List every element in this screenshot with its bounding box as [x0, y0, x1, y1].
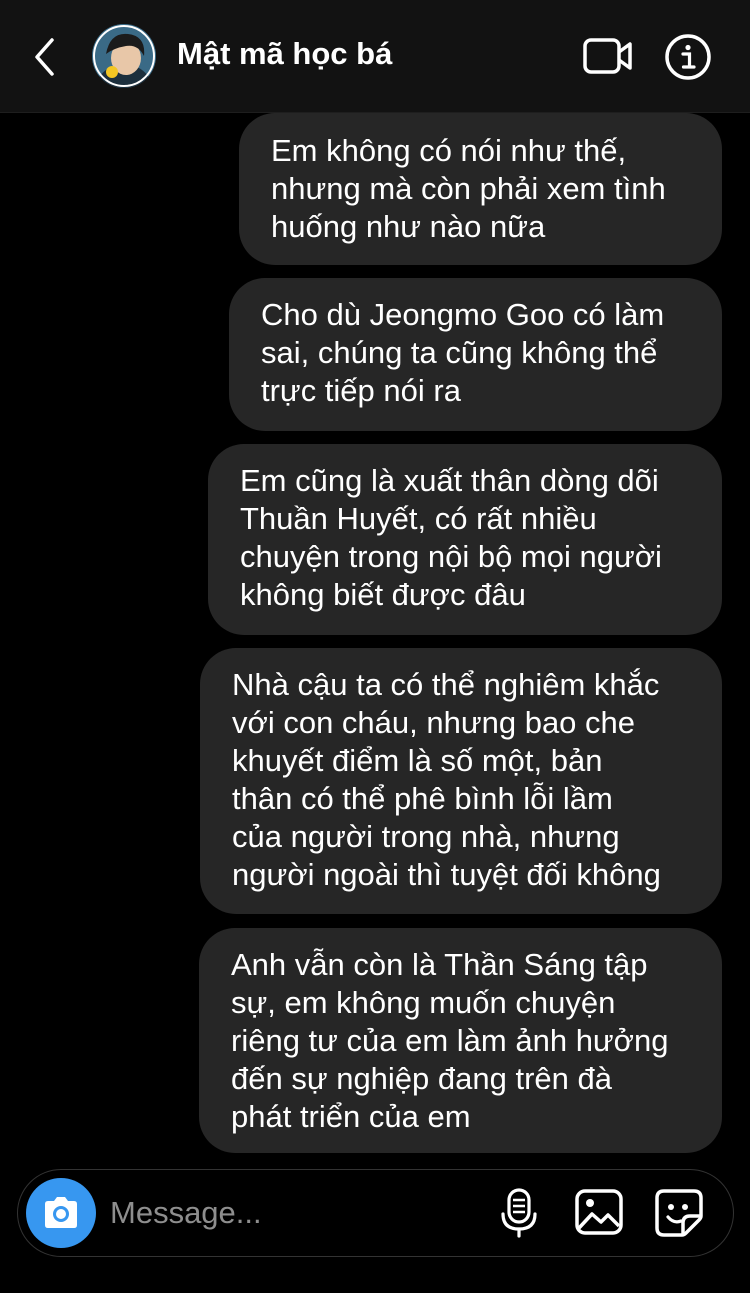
- chat-header: Mật mã học bá: [0, 0, 750, 113]
- message-input[interactable]: [110, 1190, 470, 1236]
- message-thread[interactable]: Em không có nói như thế, nhưng mà còn ph…: [0, 113, 750, 1158]
- sticker-icon[interactable]: [654, 1188, 704, 1238]
- message-bubble[interactable]: Em không có nói như thế, nhưng mà còn ph…: [239, 113, 722, 265]
- back-chevron-icon[interactable]: [28, 34, 64, 80]
- message-bubble[interactable]: Cho dù Jeongmo Goo có làm sai, chúng ta …: [229, 278, 722, 431]
- camera-icon: [45, 1197, 77, 1228]
- message-bubble[interactable]: Nhà cậu ta có thể nghiêm khắc với con ch…: [200, 648, 722, 914]
- chat-title[interactable]: Mật mã học bá: [177, 36, 392, 72]
- microphone-icon[interactable]: [499, 1188, 539, 1238]
- camera-button[interactable]: [26, 1178, 96, 1248]
- info-icon[interactable]: [664, 33, 712, 81]
- image-gallery-icon[interactable]: [574, 1188, 624, 1236]
- video-camera-icon[interactable]: [582, 36, 634, 76]
- message-bubble[interactable]: Em cũng là xuất thân dòng dõi Thuần Huyế…: [208, 444, 722, 635]
- avatar[interactable]: [92, 24, 156, 88]
- avatar-image: [92, 24, 156, 88]
- message-composer: [17, 1169, 734, 1257]
- message-bubble[interactable]: Anh vẫn còn là Thần Sáng tập sự, em khôn…: [199, 928, 722, 1153]
